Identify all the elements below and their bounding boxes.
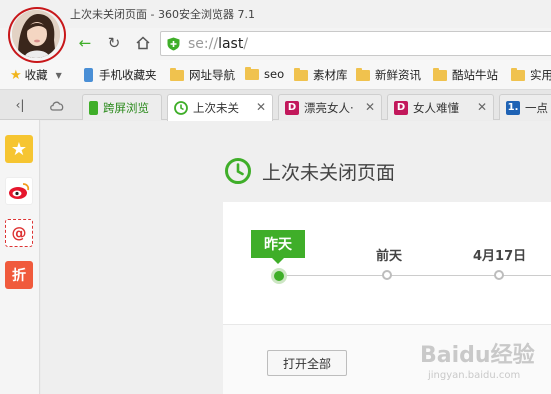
at-mail-icon: @	[11, 224, 27, 242]
chevron-down-icon: ▼	[55, 70, 62, 80]
bookmark-folder[interactable]: 素材库	[294, 67, 348, 83]
user-avatar[interactable]	[12, 10, 60, 58]
timeline-day-before[interactable]: 前天	[376, 245, 402, 264]
baidu-watermark: Baidu经验	[420, 343, 535, 368]
sidebar-toggle-button[interactable]: ‹|	[9, 94, 31, 116]
folder-icon	[170, 67, 184, 81]
watermark-url: jingyan.baidu.com	[428, 370, 521, 381]
cloud-icon	[50, 101, 64, 111]
close-tab-icon[interactable]: ✕	[477, 100, 487, 114]
bookmark-folder[interactable]: 实用	[511, 67, 551, 83]
folder-icon	[511, 67, 525, 81]
navigation-bar: ← ↻ se://last/	[0, 28, 551, 60]
d-logo-icon: D	[285, 100, 299, 115]
mail-sidebar-button[interactable]: @	[5, 219, 33, 247]
close-tab-icon[interactable]: ✕	[256, 100, 266, 114]
discount-sidebar-button[interactable]: 折	[5, 261, 33, 289]
timeline-dot-yesterday[interactable]	[271, 268, 287, 284]
timeline-dot-april-17[interactable]	[494, 270, 504, 280]
tab-woman-hard[interactable]: D 女人难懂 ✕	[387, 94, 494, 120]
tab-last-session[interactable]: 上次未关 ✕	[167, 94, 273, 121]
tab-bar: ‹| 跨屏浏览 上次未关 ✕ D 漂亮女人· ✕ D 女人难懂 ✕ 1. 一点	[0, 90, 551, 121]
phone-icon	[89, 100, 98, 115]
home-icon	[136, 36, 150, 50]
phone-icon	[84, 68, 93, 82]
one-logo-icon: 1.	[506, 100, 520, 115]
d-logo-icon: D	[394, 100, 408, 115]
bookmark-folder[interactable]: 网址导航	[170, 67, 235, 83]
open-all-button[interactable]: 打开全部	[267, 350, 347, 376]
favorites-sidebar-button[interactable]: ★	[5, 135, 33, 163]
folder-icon	[294, 67, 308, 81]
weibo-sidebar-button[interactable]	[5, 177, 33, 205]
folder-icon	[433, 67, 447, 81]
timeline-track	[279, 275, 551, 276]
tab-yidian[interactable]: 1. 一点	[499, 94, 551, 120]
bookmark-mobile-favorites[interactable]: 手机收藏夹	[84, 67, 157, 83]
refresh-icon: ↻	[107, 34, 121, 52]
bookmark-folder[interactable]: 酷站牛站	[433, 67, 498, 83]
clock-icon	[225, 158, 251, 184]
refresh-button[interactable]: ↻	[103, 32, 125, 54]
page-title: 上次未关闭页面	[262, 161, 396, 184]
bookmark-folder[interactable]: 新鲜资讯	[356, 67, 421, 83]
folder-icon	[356, 67, 370, 81]
close-tab-icon[interactable]: ✕	[365, 100, 375, 114]
page-header: 上次未关闭页面	[224, 157, 395, 185]
weibo-icon	[9, 183, 30, 199]
tab-cross-screen[interactable]: 跨屏浏览	[82, 94, 162, 120]
bookmark-folder[interactable]: seo	[245, 66, 284, 81]
star-icon: ★	[10, 138, 28, 160]
window-title: 上次未关闭页面 - 360安全浏览器 7.1	[70, 8, 255, 21]
title-bar: 上次未关闭页面 - 360安全浏览器 7.1	[0, 0, 551, 28]
bookmarks-bar: ★ 收藏 ▼ 手机收藏夹 网址导航 seo 素材库 新鲜资讯 酷站牛站 实用	[0, 60, 551, 90]
bookmark-favorites[interactable]: ★ 收藏 ▼	[10, 67, 62, 83]
sidebar-toggle-icon: ‹|	[15, 98, 25, 112]
timeline-dot-day-before[interactable]	[382, 270, 392, 280]
timeline-yesterday[interactable]: 昨天	[251, 230, 305, 264]
back-arrow-icon: ←	[78, 34, 92, 52]
url-text: se://last/	[188, 36, 249, 52]
cloud-button[interactable]	[46, 94, 68, 116]
star-icon: ★	[10, 67, 22, 83]
folder-icon	[245, 66, 259, 80]
clock-icon	[174, 101, 188, 115]
back-button[interactable]: ←	[74, 32, 96, 54]
home-button[interactable]	[132, 32, 154, 54]
avatar-image	[12, 10, 60, 58]
address-bar[interactable]: se://last/	[160, 31, 551, 56]
discount-icon: 折	[12, 268, 26, 284]
timeline-april-17[interactable]: 4月17日	[473, 245, 526, 264]
sidebar: ★ @ 折	[0, 120, 40, 394]
tab-pretty-woman[interactable]: D 漂亮女人· ✕	[278, 94, 382, 120]
security-shield-icon	[167, 37, 180, 51]
